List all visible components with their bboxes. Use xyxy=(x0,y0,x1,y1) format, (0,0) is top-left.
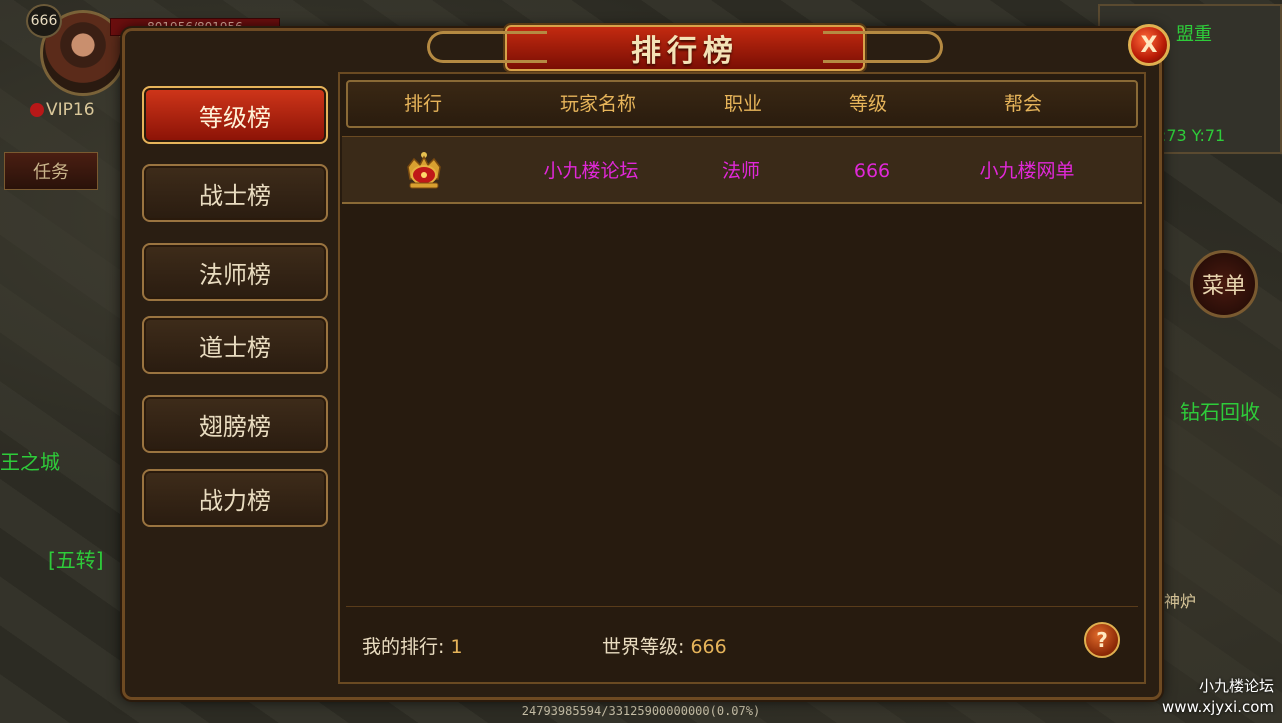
my-rank: 我的排行: 1 xyxy=(362,632,463,659)
player-name: 小九楼论坛 xyxy=(543,160,639,182)
exp-readout: 24793985594/33125900000000(0.07%) xyxy=(521,704,761,718)
tab-mage-ranking[interactable]: 法师榜 xyxy=(142,243,328,301)
tab-power-ranking[interactable]: 战力榜 xyxy=(142,469,328,527)
game-scene: 盟重 X:73 Y:71 666 801956/801956 VIP16 任务 … xyxy=(0,0,1282,723)
help-button[interactable]: ? xyxy=(1084,622,1120,658)
column-header-level: 等级 xyxy=(848,93,887,115)
watermark: 小九楼论坛 www.xjyxi.com xyxy=(1162,676,1274,718)
ornament xyxy=(823,31,943,63)
player-level: 666 xyxy=(853,160,891,182)
crown-icon xyxy=(407,152,441,189)
column-header-class: 职业 xyxy=(723,93,762,115)
tab-warrior-ranking[interactable]: 战士榜 xyxy=(142,164,328,222)
table-row[interactable]: 小九楼论坛 法师 666 小九楼网单 xyxy=(342,136,1142,204)
world-level-value: 666 xyxy=(690,636,727,658)
watermark-line: www.xjyxi.com xyxy=(1162,698,1274,716)
panel-title-bar: 排行榜 xyxy=(427,25,943,71)
my-rank-label: 我的排行: xyxy=(362,636,445,658)
world-level: 世界等级: 666 xyxy=(602,632,727,659)
task-button[interactable]: 任务 xyxy=(4,152,98,190)
close-button[interactable]: X xyxy=(1128,24,1170,66)
column-header-guild: 帮会 xyxy=(1003,93,1042,115)
ornament xyxy=(427,31,547,63)
minimap-location-label: 盟重 xyxy=(1176,24,1212,45)
player-guild: 小九楼网单 xyxy=(979,160,1075,182)
panel-title: 排行榜 xyxy=(631,34,739,69)
column-header-rank: 排行 xyxy=(403,93,442,115)
menu-button[interactable]: 菜单 xyxy=(1190,250,1258,318)
world-label: 钻石回收 xyxy=(1180,400,1260,424)
player-level-badge: 666 xyxy=(26,4,62,38)
tab-taoist-ranking[interactable]: 道士榜 xyxy=(142,316,328,374)
player-class: 法师 xyxy=(721,160,760,182)
vip-badge[interactable]: VIP16 xyxy=(30,100,95,120)
help-icon: ? xyxy=(1096,628,1108,652)
world-label: 王之城 xyxy=(0,450,60,474)
watermark-line: 小九楼论坛 xyxy=(1198,677,1274,695)
tab-level-ranking[interactable]: 等级榜 xyxy=(142,86,328,144)
column-header-player-name: 玩家名称 xyxy=(559,93,636,115)
tab-wings-ranking[interactable]: 翅膀榜 xyxy=(142,395,328,453)
world-label: 神炉 xyxy=(1164,592,1197,611)
divider xyxy=(346,606,1138,607)
close-icon: X xyxy=(1140,32,1158,58)
ranking-table: 排行 玩家名称 职业 等级 帮会 小九楼论坛 法师 666 小九楼网单 我的排行… xyxy=(338,72,1146,684)
world-label: [五转] xyxy=(48,548,104,572)
world-level-label: 世界等级: xyxy=(602,636,685,658)
my-rank-value: 1 xyxy=(450,636,463,658)
table-header: 排行 玩家名称 职业 等级 帮会 xyxy=(346,80,1138,128)
